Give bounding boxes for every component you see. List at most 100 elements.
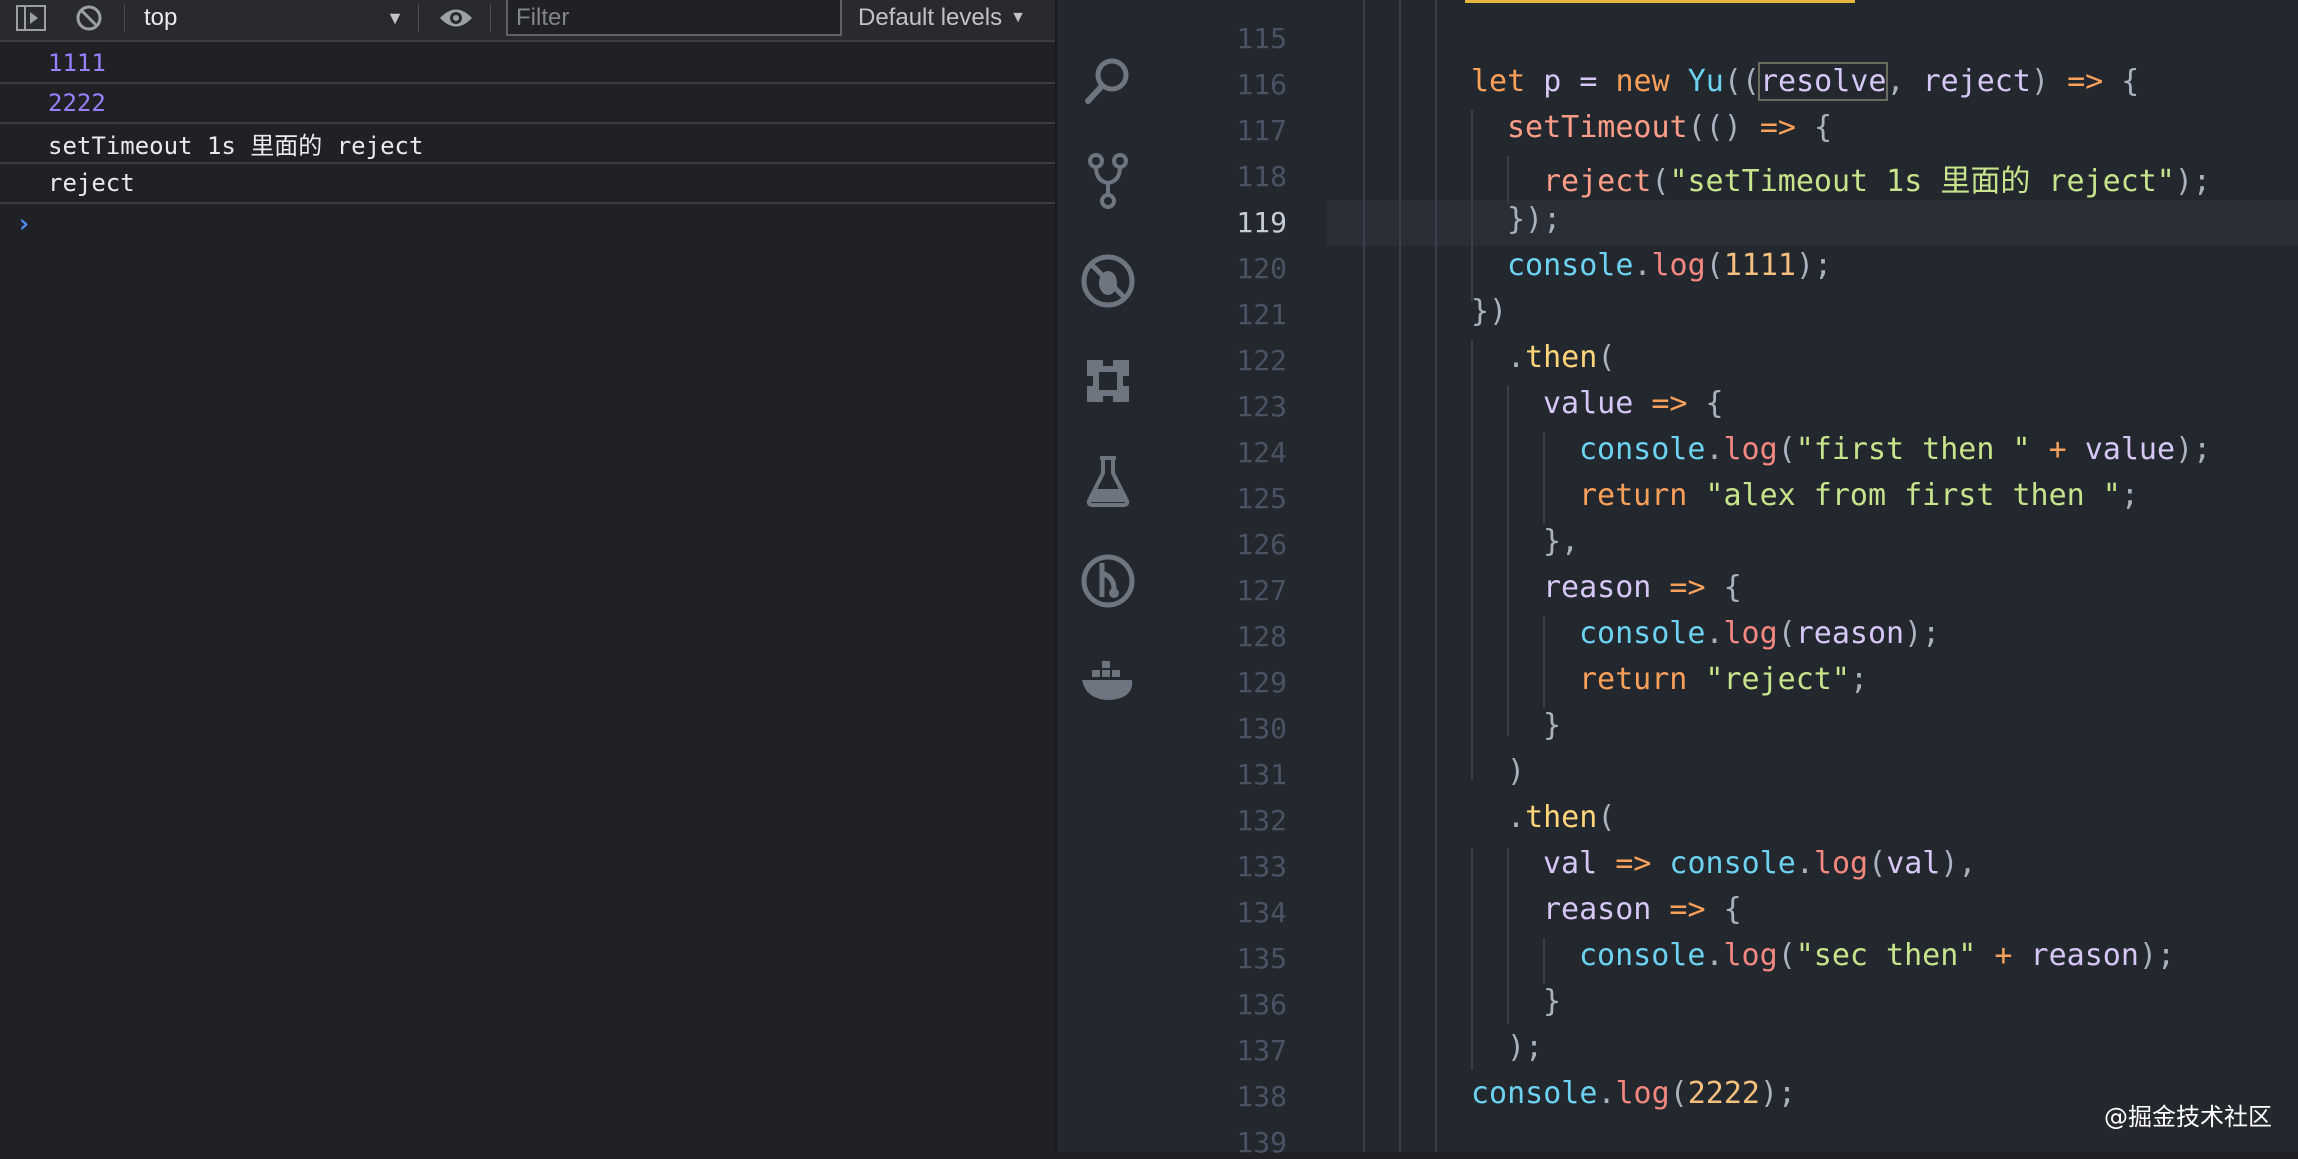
testing-button[interactable] (1079, 452, 1137, 510)
line-number: 125 (1236, 482, 1287, 515)
line-number: 130 (1236, 712, 1287, 745)
code-token: ), (1940, 846, 1977, 881)
function-token: log (1813, 846, 1869, 881)
code-line-137: ); (1507, 1030, 1544, 1065)
code-token: . (1633, 248, 1652, 283)
code-token: reason (1795, 616, 1905, 651)
keyword-token: return (1579, 478, 1688, 513)
keyword-token: return (1579, 662, 1688, 697)
clear-icon (76, 5, 102, 31)
git-history-icon (1081, 554, 1135, 608)
console-prompt[interactable]: › (0, 204, 1055, 244)
number-token: 2222 (1687, 1076, 1760, 1111)
line-number: 118 (1236, 160, 1287, 193)
line-number: 133 (1236, 850, 1287, 883)
code-token: => (1651, 570, 1706, 605)
source-control-button[interactable] (1079, 152, 1137, 210)
string-token: "setTimeout 1s 里面的 reject" (1669, 164, 2175, 199)
line-number: 116 (1236, 68, 1287, 101)
log-levels-dropdown[interactable]: Default levels ▼ (858, 0, 1026, 36)
line-number: 139 (1236, 1126, 1287, 1159)
indent-guide (1507, 156, 1509, 202)
highlighted-token: resolve (1757, 62, 1889, 101)
code-token: console (1579, 938, 1706, 973)
line-number: 117 (1236, 114, 1287, 147)
code-token: val (1886, 846, 1941, 881)
code-token: ( (1669, 1076, 1688, 1111)
git-history-button[interactable] (1079, 552, 1137, 610)
filter-input[interactable]: Filter (506, 0, 842, 36)
devtools-console: top ▼ Filter Default levels ▼ 1111 2222 … (0, 0, 1055, 1152)
line-number: 126 (1236, 528, 1287, 561)
code-line-138: console.log(2222); (1471, 1076, 1796, 1111)
code-token: => (2067, 64, 2104, 99)
code-token: ); (2138, 938, 2176, 973)
code-line-117: setTimeout(() => { (1507, 110, 1832, 145)
code-token: ); (2174, 164, 2211, 199)
code-token: ) (2030, 64, 2068, 99)
line-number-active: 119 (1236, 206, 1287, 239)
live-expression-button[interactable] (436, 0, 476, 36)
debug-button[interactable] (1079, 252, 1137, 310)
code-line-133: val => console.log(val), (1543, 846, 1977, 881)
code-token: reason (1543, 570, 1652, 605)
keyword-token: let (1471, 64, 1526, 99)
code-line-131: ) (1507, 754, 1526, 789)
extensions-button[interactable] (1079, 352, 1137, 410)
string-token: "reject" (1687, 662, 1850, 697)
code-token: value (1543, 386, 1634, 421)
filter-placeholder: Filter (516, 4, 570, 31)
code-line-125: return "alex from first then "; (1579, 478, 2139, 513)
code-token: console (1579, 432, 1706, 467)
indent-guide (1543, 616, 1545, 708)
function-token: then (1525, 800, 1598, 835)
line-number: 138 (1236, 1080, 1287, 1113)
sidebar-toggle-button[interactable] (14, 0, 48, 36)
watermark: @掘金技术社区 (2104, 1103, 2272, 1131)
code-line-130: } (1543, 708, 1562, 743)
line-number: 121 (1236, 298, 1287, 331)
console-message: reject (0, 164, 1055, 204)
code-token: reason (2012, 938, 2139, 973)
line-number: 128 (1236, 620, 1287, 653)
code-token: console (1651, 846, 1796, 881)
code-token: ); (1904, 616, 1941, 651)
search-button[interactable] (1079, 52, 1137, 110)
code-token: console (1507, 248, 1634, 283)
string-token: "alex from first then " (1687, 478, 2121, 513)
code-token: . (1705, 616, 1724, 651)
indent-guide (1435, 0, 1437, 1152)
code-text-area[interactable]: let p = new Yu((resolve, reject) => { se… (1327, 0, 2298, 1152)
code-token: ); (1796, 248, 1833, 283)
code-token: ( (1597, 800, 1616, 835)
function-token: log (1615, 1076, 1670, 1111)
code-token: => (1633, 386, 1688, 421)
indent-guide (1543, 432, 1545, 524)
code-token: . (1705, 938, 1724, 973)
code-token: + (1976, 938, 2013, 973)
search-icon (1085, 58, 1129, 104)
levels-label: Default levels (858, 4, 1003, 31)
line-number: 127 (1236, 574, 1287, 607)
clear-console-button[interactable] (72, 0, 106, 36)
code-token: (( (1723, 64, 1760, 99)
dropdown-arrow-icon: ▼ (1010, 9, 1026, 26)
console-message: 2222 (0, 84, 1055, 124)
toolbar-divider (418, 4, 419, 32)
code-token: ( (1777, 432, 1796, 467)
code-token: => (1759, 110, 1796, 145)
code-line-124: console.log("first then " + value); (1579, 432, 2211, 467)
indent-guide (1471, 110, 1473, 302)
context-selector[interactable]: top ▼ (128, 0, 408, 36)
toolbar-divider (490, 4, 491, 32)
line-number: 129 (1236, 666, 1287, 699)
string-token: "sec then" (1795, 938, 1977, 973)
docker-button[interactable] (1079, 652, 1137, 710)
line-number: 124 (1236, 436, 1287, 469)
code-line-132: .then( (1507, 800, 1615, 835)
code-line-122: .then( (1507, 340, 1615, 375)
code-line-134: reason => { (1543, 892, 1742, 927)
function-token: log (1723, 616, 1778, 651)
console-message: 1111 (0, 44, 1055, 84)
code-token: console (1579, 616, 1706, 651)
